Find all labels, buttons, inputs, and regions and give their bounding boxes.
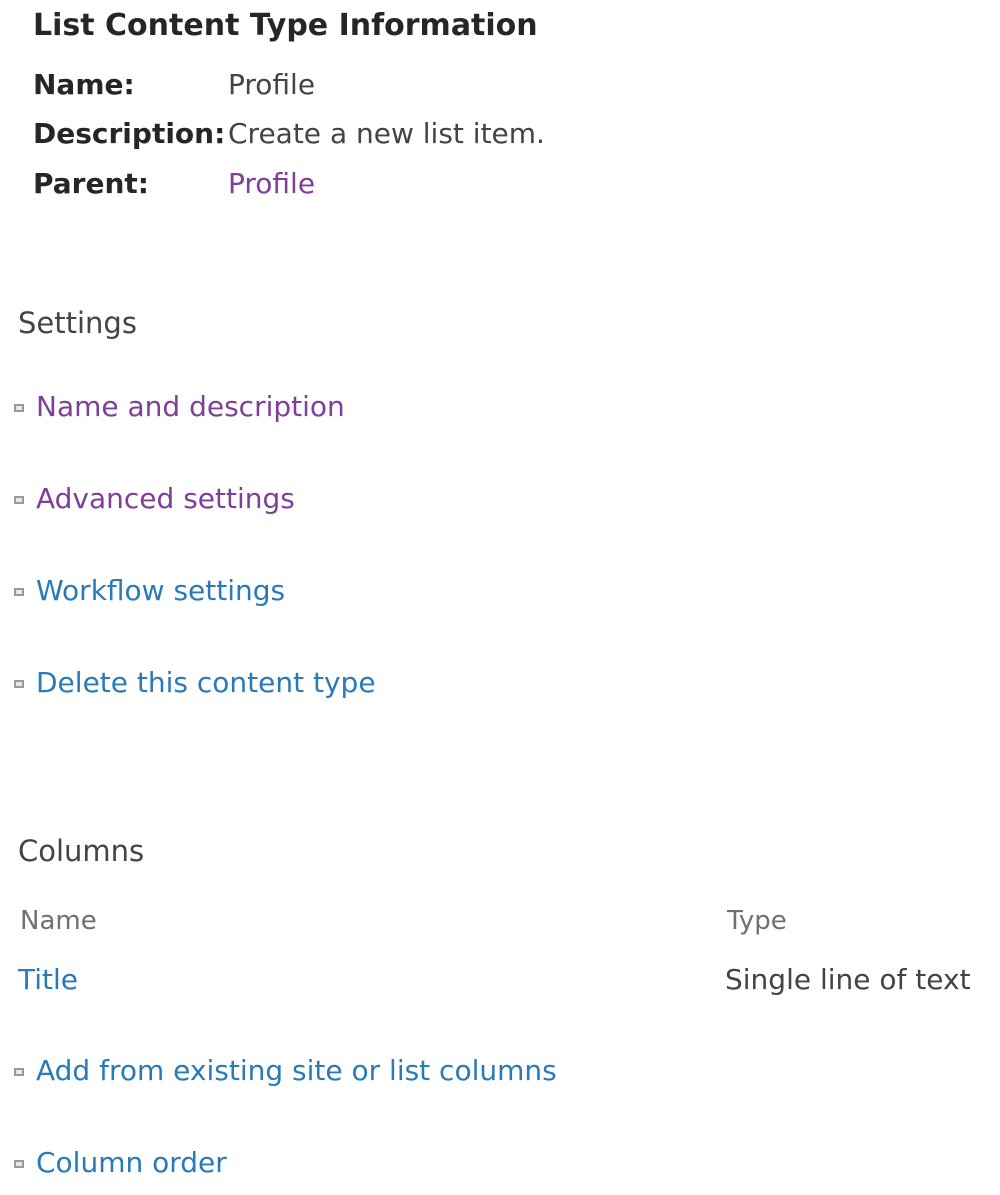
- column-order-link[interactable]: Column order: [14, 1146, 227, 1179]
- bullet-icon: [14, 587, 24, 596]
- bullet-icon: [14, 1067, 24, 1076]
- column-title-type: Single line of text: [725, 963, 971, 996]
- advanced-settings-link[interactable]: Advanced settings: [14, 482, 295, 515]
- parent-label: Parent:: [33, 167, 149, 200]
- parent-link[interactable]: Profile: [228, 167, 315, 200]
- name-label: Name:: [33, 68, 135, 101]
- bullet-icon: [14, 403, 24, 412]
- add-existing-columns-link[interactable]: Add from existing site or list columns: [14, 1054, 557, 1087]
- description-label: Description:: [33, 117, 226, 150]
- link-label: Delete this content type: [36, 666, 376, 699]
- info-title: List Content Type Information: [33, 8, 538, 43]
- link-label: Workflow settings: [36, 574, 286, 607]
- column-header-type: Type: [727, 906, 787, 936]
- columns-heading: Columns: [18, 834, 145, 868]
- column-header-name: Name: [20, 906, 97, 936]
- name-and-description-link[interactable]: Name and description: [14, 390, 345, 423]
- link-label: Column order: [36, 1146, 227, 1179]
- delete-content-type-link[interactable]: Delete this content type: [14, 666, 376, 699]
- link-label: Add from existing site or list columns: [36, 1054, 557, 1087]
- link-label: Name and description: [36, 390, 345, 423]
- settings-heading: Settings: [18, 306, 137, 340]
- name-value: Profile: [228, 68, 316, 101]
- workflow-settings-link[interactable]: Workflow settings: [14, 574, 285, 607]
- bullet-icon: [14, 495, 24, 504]
- bullet-icon: [14, 1159, 24, 1168]
- bullet-icon: [14, 679, 24, 688]
- link-label: Advanced settings: [36, 482, 295, 515]
- column-title-link[interactable]: Title: [18, 963, 78, 996]
- description-value: Create a new list item.: [228, 117, 545, 150]
